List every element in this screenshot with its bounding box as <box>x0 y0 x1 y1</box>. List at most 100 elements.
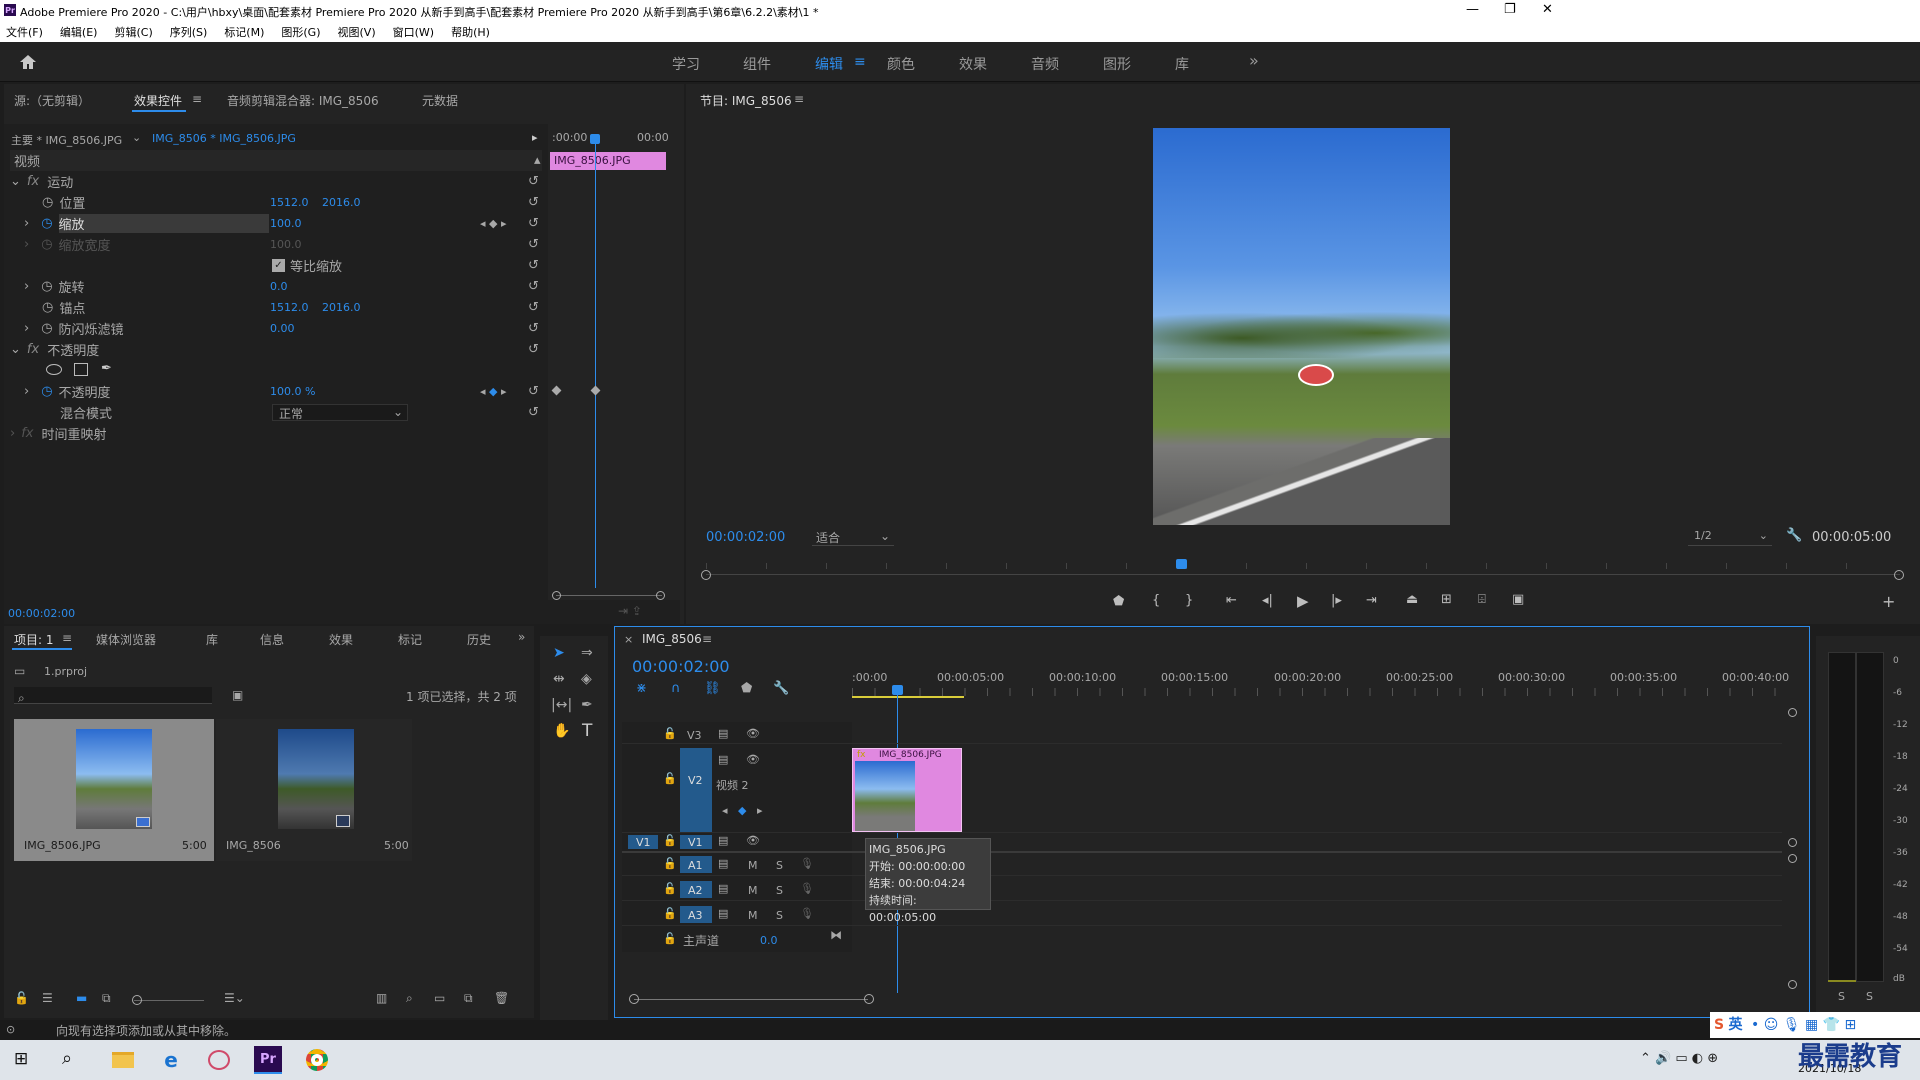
opacity-group[interactable]: ⌄ fx 不透明度 ↺ <box>10 339 542 360</box>
comparison-view-icon[interactable]: ▣ <box>1512 592 1524 607</box>
program-timecode[interactable]: 00:00:02:00 <box>706 530 785 545</box>
extract-icon[interactable]: ⊞ <box>1441 592 1452 607</box>
sort-icon[interactable]: ☰⌄ <box>224 991 245 1005</box>
lift-icon[interactable]: ⏏ <box>1406 592 1418 607</box>
search-icon[interactable]: ⌕ <box>62 1048 72 1069</box>
source-patch-v1-label[interactable]: V1 <box>636 836 651 849</box>
keyframe-nav-icon[interactable]: ◂ ◆ ▸ <box>722 804 763 817</box>
nest-icon[interactable]: ⋇ <box>636 681 647 696</box>
ellipse-mask-icon[interactable] <box>46 364 62 375</box>
menu-graphics[interactable]: 图形(G) <box>281 24 320 40</box>
tab-info[interactable]: 信息 <box>260 631 284 648</box>
slip-tool-icon[interactable]: |↔| <box>551 697 572 713</box>
playhead-marker[interactable] <box>590 134 600 144</box>
playhead[interactable] <box>595 138 596 588</box>
tab-learn[interactable]: 学习 <box>672 54 700 74</box>
sync-lock-icon[interactable]: ▤ <box>718 727 728 740</box>
chevron-down-icon[interactable]: ⌄ <box>10 342 21 357</box>
sync-lock-icon[interactable]: ▤ <box>718 857 728 870</box>
scrub-handle[interactable] <box>701 570 711 580</box>
flicker-value[interactable]: 0.00 <box>270 322 295 335</box>
tab-source[interactable]: 源:（无剪辑） <box>14 92 90 109</box>
track-label-a2[interactable]: A2 <box>688 884 703 897</box>
close-button[interactable]: ✕ <box>1542 2 1553 17</box>
resolution-select[interactable]: 1/2 ⌄ <box>1688 529 1772 546</box>
project-item[interactable]: IMG_8506 5:00 <box>216 719 412 861</box>
export-frame-camera-icon[interactable]: ⌹ <box>1478 592 1486 607</box>
step-forward-icon[interactable]: |▸ <box>1331 593 1342 608</box>
blend-mode-select[interactable]: 正常 ⌄ <box>272 404 408 421</box>
go-to-out-icon[interactable]: ⇥ <box>1366 593 1377 608</box>
solo-left-button[interactable]: S <box>1838 990 1845 1003</box>
tab-color[interactable]: 颜色 <box>887 54 915 74</box>
tab-assembly[interactable]: 组件 <box>743 54 771 74</box>
track-label-v2[interactable]: V2 <box>688 774 703 787</box>
track-label-v3[interactable]: V3 <box>687 729 702 742</box>
settings-wrench-icon[interactable]: 🔧 <box>1786 528 1802 543</box>
project-search-input[interactable]: ⌕ <box>14 687 212 705</box>
tab-project[interactable]: 项目: 1 <box>14 631 54 648</box>
motion-group[interactable]: ⌄ fx 运动 ↺ <box>10 171 542 192</box>
linked-selection-icon[interactable]: ⛓ <box>704 681 721 696</box>
time-remap-row[interactable]: › fx 时间重映射 <box>10 423 542 444</box>
track-target-v2[interactable] <box>680 748 712 832</box>
tab-effect-controls[interactable]: 效果控件 <box>134 92 182 109</box>
scrub-handle[interactable] <box>1894 570 1904 580</box>
find-icon[interactable]: ⌕ <box>406 991 413 1006</box>
reset-icon[interactable]: ↺ <box>528 195 539 210</box>
play-icon[interactable]: ▶ <box>1297 592 1309 610</box>
file-explorer-icon[interactable] <box>112 1052 134 1068</box>
pen-mask-icon[interactable]: ✒ <box>101 361 112 376</box>
opacity-value[interactable]: 100.0 % <box>270 385 315 398</box>
add-marker-icon[interactable]: ⬟ <box>1113 594 1124 609</box>
ime-toolbar[interactable]: S 英 • ☺ 🎙 ▦ 👕 ⊞ <box>1710 1012 1920 1038</box>
sync-lock-icon[interactable]: ▤ <box>718 882 728 895</box>
mute-button[interactable]: M <box>748 909 758 922</box>
rectangle-mask-icon[interactable] <box>74 363 88 376</box>
stopwatch-icon[interactable]: ◷ <box>41 384 52 399</box>
new-bin-icon[interactable]: ▭ <box>434 991 445 1005</box>
v-scroll-handle[interactable] <box>1788 854 1797 863</box>
scale-value[interactable]: 100.0 <box>270 217 302 230</box>
solo-right-button[interactable]: S <box>1866 990 1873 1003</box>
reset-icon[interactable]: ↺ <box>528 174 539 189</box>
menu-window[interactable]: 窗口(W) <box>393 24 434 40</box>
microphone-icon[interactable]: 🎙 <box>800 857 814 870</box>
chevron-right-icon[interactable]: › <box>24 216 29 231</box>
play-only-icon[interactable]: ▸ <box>532 131 538 144</box>
tab-markers[interactable]: 标记 <box>398 631 422 648</box>
timeline-playhead-marker[interactable] <box>892 685 903 695</box>
close-icon[interactable]: × <box>624 633 633 646</box>
panel-menu-icon[interactable]: ≡ <box>794 92 804 106</box>
scroll-up-icon[interactable]: ▴ <box>534 153 541 168</box>
panel-menu-icon[interactable]: ≡ <box>192 92 202 106</box>
lock-icon[interactable]: 🔓 <box>663 727 677 740</box>
fit-select[interactable]: 适合 ⌄ <box>812 529 894 546</box>
anchor-x[interactable]: 1512.0 <box>270 301 309 314</box>
zoom-handle[interactable] <box>656 591 665 600</box>
tab-media-browser[interactable]: 媒体浏览器 <box>96 631 156 648</box>
lock-icon[interactable]: 🔓 <box>663 882 677 895</box>
chevron-down-icon[interactable]: ⌄ <box>10 174 21 189</box>
menu-view[interactable]: 视图(V) <box>338 24 376 40</box>
hamburger-icon[interactable]: ≡ <box>854 54 866 70</box>
master-clip-label[interactable]: 主要 * IMG_8506.JPG <box>11 132 122 148</box>
hand-tool-icon[interactable]: ✋ <box>553 723 570 739</box>
new-search-bin-icon[interactable]: ▣ <box>232 688 243 702</box>
project-item-selected[interactable]: IMG_8506.JPG 5:00 <box>14 719 214 861</box>
zoom-handle[interactable] <box>552 591 561 600</box>
master-volume[interactable]: 0.0 <box>760 934 778 947</box>
stopwatch-icon[interactable]: ◷ <box>42 300 53 315</box>
selection-tool-icon[interactable]: ➤ <box>553 645 565 661</box>
export-frame-icon[interactable]: ⇥ ⇪ <box>618 604 642 618</box>
more-tabs-icon[interactable]: » <box>518 630 525 644</box>
position-y[interactable]: 2016.0 <box>322 196 361 209</box>
pen-tool-icon[interactable]: ✒ <box>581 697 593 713</box>
panel-menu-icon[interactable]: ≡ <box>62 631 72 645</box>
reset-icon[interactable]: ↺ <box>528 237 539 252</box>
tab-graphics[interactable]: 图形 <box>1103 54 1131 74</box>
anchor-y[interactable]: 2016.0 <box>322 301 361 314</box>
v-scroll-handle[interactable] <box>1788 980 1797 989</box>
reset-icon[interactable]: ↺ <box>528 342 539 357</box>
edge-icon[interactable]: e <box>160 1048 182 1072</box>
